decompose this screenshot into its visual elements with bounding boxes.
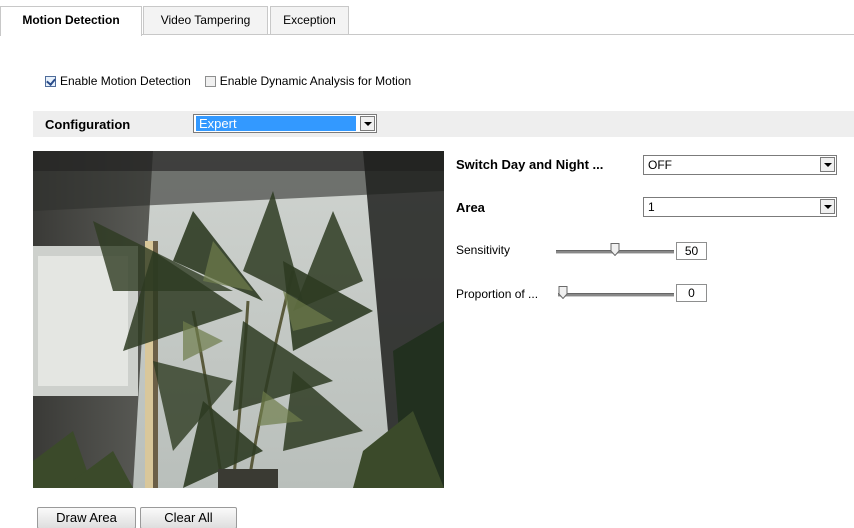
- detection-options-row: Enable Motion Detection Enable Dynamic A…: [45, 73, 411, 89]
- video-preview[interactable]: [33, 151, 444, 488]
- proportion-slider-thumb[interactable]: [558, 286, 568, 299]
- switch-day-night-label: Switch Day and Night ...: [456, 157, 604, 172]
- motion-detection-page: Motion Detection Video Tampering Excepti…: [0, 0, 854, 528]
- tab-motion-detection[interactable]: Motion Detection: [0, 6, 142, 36]
- area-value: 1: [648, 200, 655, 214]
- sensitivity-value[interactable]: 50: [676, 242, 707, 260]
- proportion-label: Proportion of ...: [456, 287, 539, 301]
- proportion-value[interactable]: 0: [676, 284, 707, 302]
- configuration-label: Configuration: [45, 117, 131, 132]
- tab-video-tampering[interactable]: Video Tampering: [143, 6, 268, 34]
- camera-scene-image: [33, 151, 444, 488]
- chevron-down-icon[interactable]: [820, 157, 835, 172]
- switch-day-night-select[interactable]: OFF: [643, 155, 837, 175]
- chevron-down-icon[interactable]: [820, 199, 835, 214]
- enable-motion-detection-checkbox[interactable]: [45, 75, 56, 87]
- configuration-selected-value: Expert: [196, 116, 356, 131]
- configuration-select[interactable]: Expert: [193, 114, 377, 133]
- proportion-slider-track[interactable]: [558, 293, 674, 297]
- tab-bar: Motion Detection Video Tampering Excepti…: [0, 0, 854, 36]
- sensitivity-label: Sensitivity: [456, 243, 511, 257]
- enable-dynamic-analysis-label: Enable Dynamic Analysis for Motion: [219, 74, 412, 88]
- enable-dynamic-analysis-checkbox[interactable]: [204, 75, 216, 87]
- chevron-down-icon[interactable]: [360, 116, 375, 131]
- area-label: Area: [456, 200, 485, 215]
- switch-day-night-value: OFF: [648, 158, 672, 172]
- configuration-bar: Configuration Expert: [33, 111, 854, 137]
- clear-all-button[interactable]: Clear All: [140, 507, 237, 528]
- enable-motion-detection-label: Enable Motion Detection: [60, 74, 191, 88]
- area-select[interactable]: 1: [643, 197, 837, 217]
- tab-exception[interactable]: Exception: [270, 6, 349, 34]
- draw-area-button[interactable]: Draw Area: [37, 507, 136, 528]
- sensitivity-slider-thumb[interactable]: [610, 243, 620, 256]
